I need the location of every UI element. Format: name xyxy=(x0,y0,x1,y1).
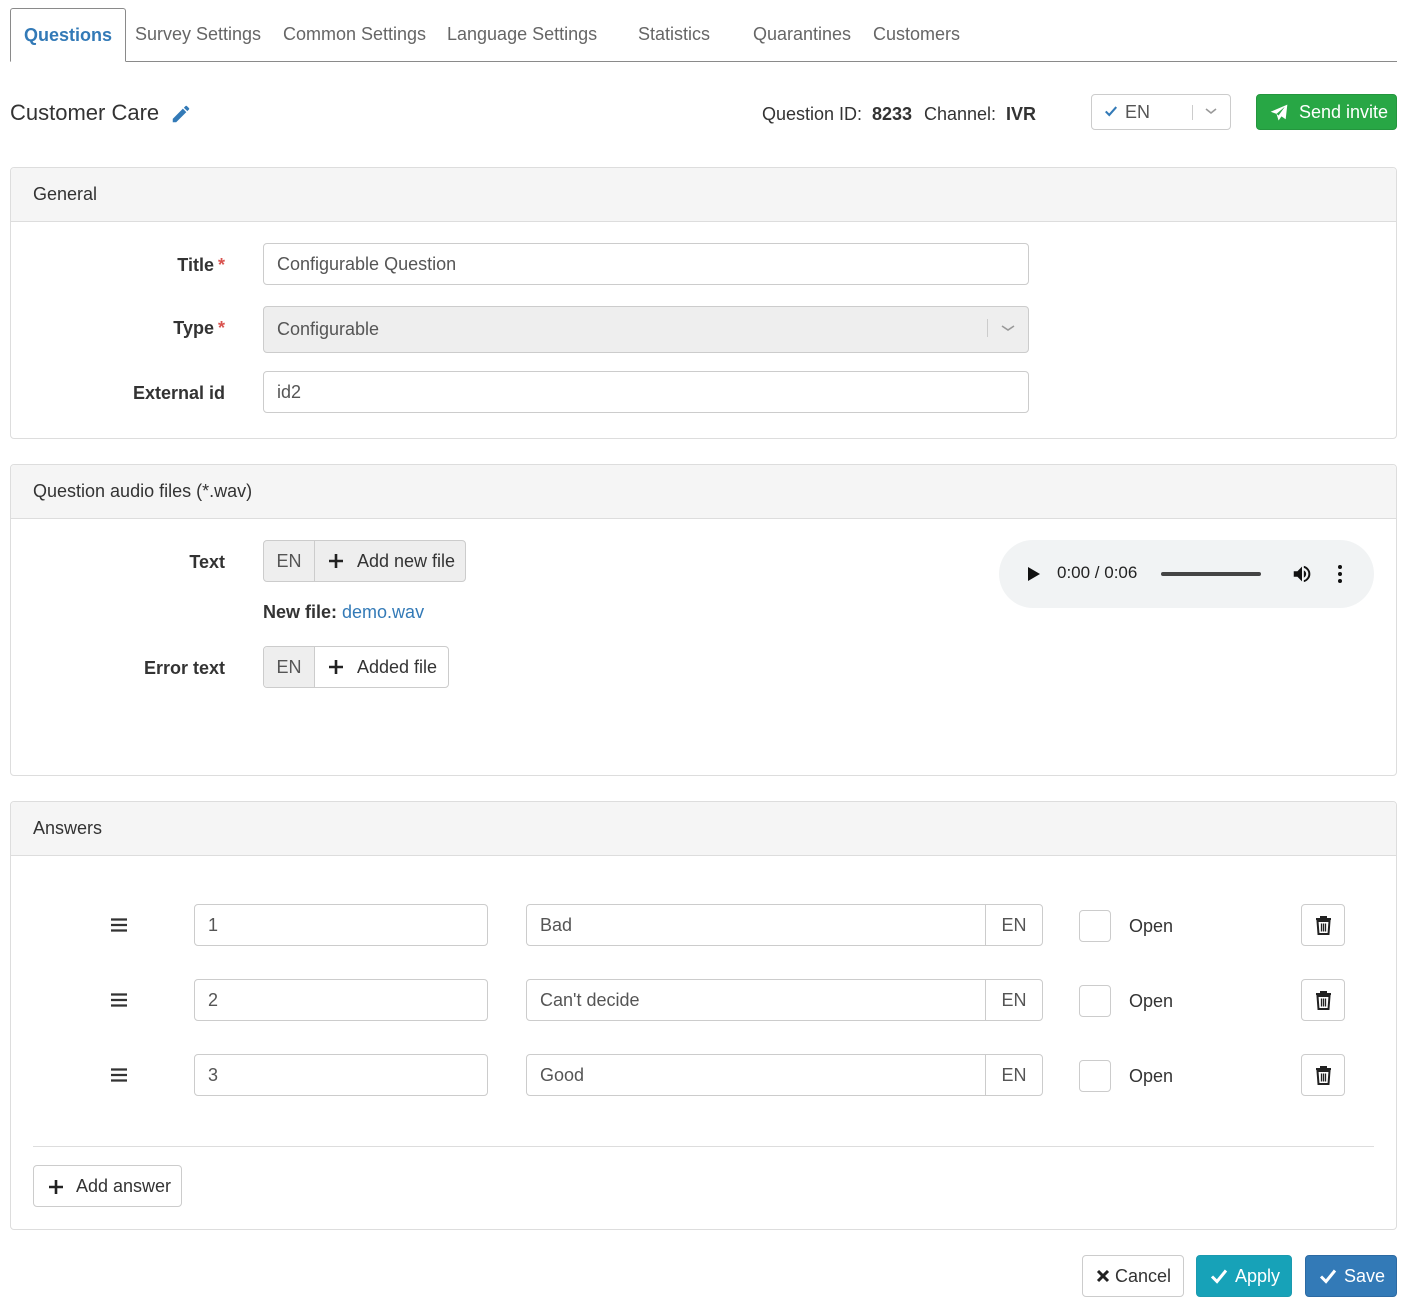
drag-handle-icon[interactable] xyxy=(111,993,127,1007)
tab-customers[interactable]: Customers xyxy=(873,8,960,62)
answer-text-input[interactable]: Bad EN xyxy=(526,904,1043,946)
channel-label: Channel: xyxy=(924,104,997,124)
check-icon xyxy=(1319,1269,1337,1284)
type-select[interactable]: Configurable xyxy=(263,306,1029,353)
answer-value-input[interactable]: 1 xyxy=(194,904,488,946)
text-label: Text xyxy=(189,552,225,572)
add-new-file-button[interactable]: EN Add new file xyxy=(263,540,466,582)
audio-progress-track[interactable] xyxy=(1161,572,1261,576)
more-options-icon[interactable] xyxy=(1337,564,1343,584)
chevron-down-icon xyxy=(1205,108,1217,115)
cancel-label: Cancel xyxy=(1115,1266,1172,1286)
answer-text-input[interactable]: Good EN xyxy=(526,1054,1043,1096)
question-id-value: 8233 xyxy=(872,104,913,124)
tab-statistics[interactable]: Statistics xyxy=(638,8,710,62)
open-label: Open xyxy=(1129,916,1174,936)
answer-value-input[interactable]: 3 xyxy=(194,1054,488,1096)
channel-value: IVR xyxy=(1006,104,1037,124)
language-select-value: EN xyxy=(1125,102,1151,122)
answer-text-input[interactable]: Can't decide EN xyxy=(526,979,1043,1021)
answer-text-value: Bad xyxy=(540,915,573,935)
open-checkbox[interactable] xyxy=(1079,985,1111,1017)
added-file-button[interactable]: EN Added file xyxy=(263,646,449,688)
file-language-addon: EN xyxy=(264,647,315,687)
external-id-input[interactable]: id2 xyxy=(263,371,1029,413)
tab-questions[interactable]: Questions xyxy=(10,8,127,62)
tab-common-settings[interactable]: Common Settings xyxy=(283,8,426,62)
language-select[interactable]: EN xyxy=(1091,94,1231,130)
open-checkbox[interactable] xyxy=(1079,910,1111,942)
audio-panel: Question audio files (*.wav) xyxy=(10,464,1397,776)
title-input[interactable]: Configurable Question xyxy=(263,243,1029,285)
volume-icon[interactable] xyxy=(1291,563,1313,585)
add-new-file-label: Add new file xyxy=(357,551,456,571)
delete-answer-button[interactable] xyxy=(1301,979,1345,1021)
page-title: Customer Care xyxy=(10,100,160,125)
answer-text-value: Can't decide xyxy=(540,990,640,1010)
answers-divider xyxy=(33,1146,1374,1147)
new-file-link[interactable]: demo.wav xyxy=(342,602,424,622)
tab-quarantines[interactable]: Quarantines xyxy=(753,8,851,62)
drag-handle-icon[interactable] xyxy=(111,918,127,932)
tab-language-settings[interactable]: Language Settings xyxy=(447,8,597,62)
cancel-button[interactable]: Cancel xyxy=(1082,1255,1184,1297)
answer-language-addon: EN xyxy=(985,905,1042,945)
new-file-label: New file: xyxy=(263,602,338,622)
answers-heading: Answers xyxy=(11,802,1396,856)
select-separator xyxy=(987,319,988,337)
close-icon xyxy=(1096,1269,1110,1283)
send-invite-button[interactable]: Send invite xyxy=(1256,94,1397,130)
plus-icon xyxy=(329,554,343,568)
plus-icon xyxy=(329,660,343,674)
type-label: Type * xyxy=(173,318,225,338)
send-invite-label: Send invite xyxy=(1299,102,1389,122)
drag-handle-icon[interactable] xyxy=(111,1068,127,1082)
pencil-icon[interactable] xyxy=(170,103,192,125)
external-id-label: External id xyxy=(132,383,225,403)
apply-label: Apply xyxy=(1235,1266,1281,1286)
plus-icon xyxy=(49,1180,63,1194)
trash-icon xyxy=(1316,916,1331,935)
audio-player: 0:00 / 0:06 xyxy=(999,540,1374,608)
general-heading: General xyxy=(11,168,1396,222)
answer-value-input[interactable]: 2 xyxy=(194,979,488,1021)
add-answer-button[interactable]: Add answer xyxy=(33,1165,182,1207)
select-separator xyxy=(1192,105,1193,120)
added-file-label: Added file xyxy=(357,657,438,677)
open-label: Open xyxy=(1129,1066,1174,1086)
trash-icon xyxy=(1316,1066,1331,1085)
type-select-value: Configurable xyxy=(277,319,380,339)
audio-time: 0:00 / 0:06 xyxy=(1057,563,1138,582)
new-file-info: New file: demo.wav xyxy=(263,602,424,623)
title-label: Title * xyxy=(177,255,225,275)
add-answer-label: Add answer xyxy=(76,1176,172,1196)
apply-button[interactable]: Apply xyxy=(1196,1255,1292,1297)
tab-bar: Questions Survey Settings Common Setting… xyxy=(10,8,1397,62)
save-label: Save xyxy=(1344,1266,1386,1286)
check-icon xyxy=(1210,1269,1228,1284)
trash-icon xyxy=(1316,991,1331,1010)
save-button[interactable]: Save xyxy=(1305,1255,1397,1297)
file-language-addon: EN xyxy=(264,541,315,581)
answer-language-addon: EN xyxy=(985,1055,1042,1095)
play-icon[interactable] xyxy=(1027,566,1041,582)
answer-language-addon: EN xyxy=(985,980,1042,1020)
audio-heading: Question audio files (*.wav) xyxy=(11,465,1396,519)
answer-text-value: Good xyxy=(540,1065,585,1085)
check-icon xyxy=(1105,106,1118,117)
chevron-down-icon xyxy=(1001,325,1015,331)
question-id-label: Question ID: xyxy=(762,104,863,124)
delete-answer-button[interactable] xyxy=(1301,904,1345,946)
tab-survey-settings[interactable]: Survey Settings xyxy=(135,8,261,62)
delete-answer-button[interactable] xyxy=(1301,1054,1345,1096)
open-label: Open xyxy=(1129,991,1174,1011)
open-checkbox[interactable] xyxy=(1079,1060,1111,1092)
paper-plane-icon xyxy=(1270,104,1288,121)
error-text-label: Error text xyxy=(143,658,225,678)
